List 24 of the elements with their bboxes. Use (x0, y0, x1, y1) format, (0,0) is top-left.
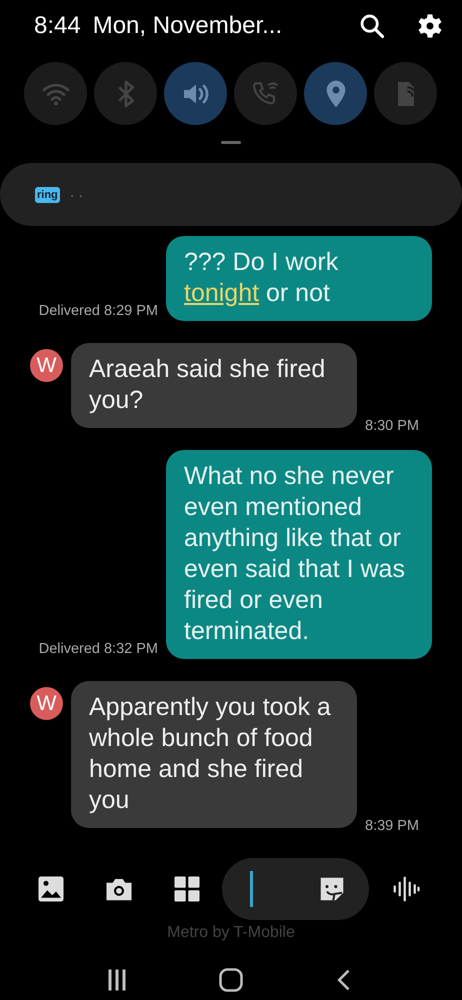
search-icon[interactable] (358, 12, 386, 40)
notification-text: · · (70, 186, 83, 202)
carrier-name: Metro by T-Mobile (166, 924, 296, 942)
delivery-status: Delivered 8:29 PM (38, 303, 158, 321)
received-message: Apparently you took a whole bunch of food home and she fired you (71, 681, 357, 828)
voice-wave-icon[interactable] (391, 874, 421, 904)
date: Mon, November... (92, 12, 282, 40)
sent-message: ??? Do I work tonight or not (166, 236, 432, 321)
avatar: W (30, 349, 63, 382)
apps-grid-icon[interactable] (172, 874, 202, 904)
sent-message: What no she never even mentioned anything like that or even said that I was fired or even terminated. (166, 450, 432, 659)
message-time: 8:30 PM (365, 418, 419, 434)
clock: 8:44 (34, 12, 81, 40)
message-time: 8:39 PM (365, 818, 419, 834)
avatar: W (30, 687, 63, 720)
notification-bar[interactable]: ring · · (0, 163, 462, 226)
delivery-status: Delivered 8:32 PM (38, 641, 158, 659)
home-icon[interactable] (217, 966, 245, 994)
settings-icon[interactable] (416, 12, 444, 40)
app-icon: ring (35, 186, 60, 202)
text-cursor (250, 871, 253, 907)
gallery-icon[interactable] (36, 874, 66, 904)
received-message: Araeah said she fired you? (71, 343, 357, 428)
drag-handle[interactable] (221, 141, 241, 144)
